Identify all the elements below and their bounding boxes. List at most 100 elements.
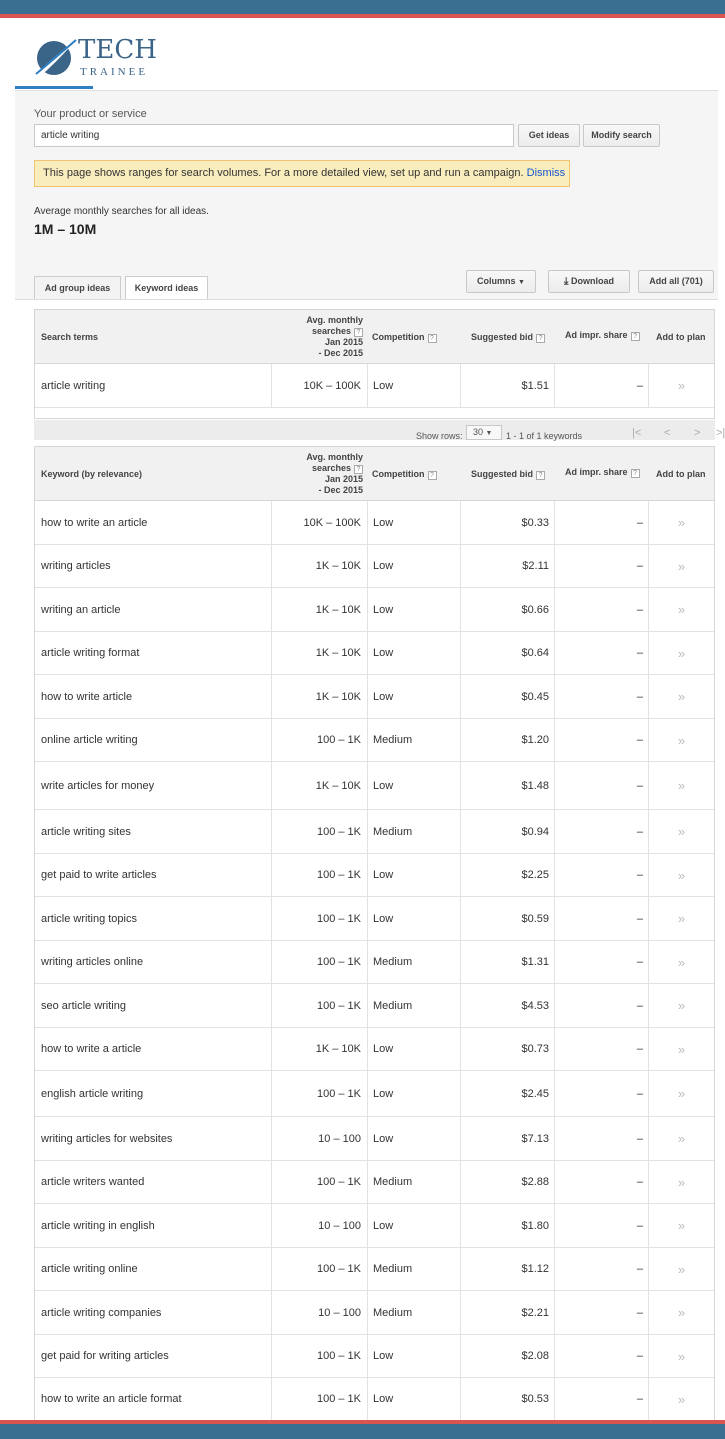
header-suggested-bid[interactable]: Suggested bid? xyxy=(471,469,546,480)
bid-cell: $0.53 xyxy=(460,1378,549,1420)
add-to-plan-icon[interactable]: » xyxy=(648,984,714,1027)
volume-cell: 10 – 100 xyxy=(271,1291,361,1334)
volume-cell: 1K – 10K xyxy=(271,1028,361,1070)
add-to-plan-icon[interactable]: » xyxy=(648,941,714,983)
header-ad-impr-share[interactable]: Ad impr. share? xyxy=(565,330,640,341)
keyword-cell[interactable]: writing articles xyxy=(41,545,111,587)
product-search-input[interactable]: article writing xyxy=(34,124,514,147)
volume-cell: 100 – 1K xyxy=(271,719,361,761)
header-avg-monthly[interactable]: Avg. monthly searches? Jan 2015 - Dec 20… xyxy=(273,452,363,496)
table-row: get paid to write articles 100 – 1K Low $2.… xyxy=(35,854,714,897)
header-suggested-bid[interactable]: Suggested bid? xyxy=(471,332,546,343)
get-ideas-button[interactable]: Get ideas xyxy=(518,124,580,147)
header-avg-line-1: Avg. monthly xyxy=(306,315,363,325)
add-to-plan-icon[interactable]: » xyxy=(648,1161,714,1203)
keyword-ideas-table: Keyword (by relevance) Avg. monthly sear… xyxy=(34,446,715,1421)
add-to-plan-icon[interactable]: » xyxy=(648,632,714,674)
header-competition[interactable]: Competition? xyxy=(372,469,437,480)
add-to-plan-icon[interactable]: » xyxy=(648,1071,714,1116)
keyword-cell[interactable]: article writing topics xyxy=(41,897,137,940)
keyword-cell[interactable]: writing articles for websites xyxy=(41,1117,172,1160)
tab-ad-group-ideas[interactable]: Ad group ideas xyxy=(34,276,121,300)
add-to-plan-icon[interactable]: » xyxy=(648,1335,714,1377)
add-to-plan-icon[interactable]: » xyxy=(648,854,714,896)
add-to-plan-icon[interactable]: » xyxy=(648,588,714,631)
add-to-plan-icon[interactable]: » xyxy=(648,719,714,761)
keyword-cell[interactable]: get paid to write articles xyxy=(41,854,157,896)
header-keyword[interactable]: Keyword (by relevance) xyxy=(41,469,142,479)
download-button[interactable]: ⤓ Download xyxy=(548,270,630,293)
help-icon[interactable]: ? xyxy=(354,328,363,337)
prev-page-icon[interactable]: < xyxy=(664,427,670,439)
header-avg-monthly[interactable]: Avg. monthly searches? Jan 2015 - Dec 20… xyxy=(273,315,363,359)
add-to-plan-icon[interactable]: » xyxy=(648,897,714,940)
competition-cell: Low xyxy=(367,675,461,718)
keyword-cell[interactable]: article writing sites xyxy=(41,810,131,853)
next-page-icon[interactable]: > xyxy=(694,427,700,439)
last-page-icon[interactable]: >| xyxy=(716,427,725,439)
keyword-cell[interactable]: article writing companies xyxy=(41,1291,161,1334)
add-to-plan-icon[interactable]: » xyxy=(648,762,714,809)
help-icon[interactable]: ? xyxy=(427,471,437,480)
add-all-button[interactable]: Add all (701) xyxy=(638,270,714,293)
tab-keyword-ideas[interactable]: Keyword ideas xyxy=(125,276,208,300)
header-share-text: Ad impr. share xyxy=(565,467,628,477)
header-competition-text: Competition xyxy=(372,332,425,342)
help-icon[interactable]: ? xyxy=(630,332,640,341)
impr-share-cell: – xyxy=(554,1204,643,1247)
keyword-cell[interactable]: get paid for writing articles xyxy=(41,1335,169,1377)
help-icon[interactable]: ? xyxy=(536,334,546,343)
add-to-plan-icon[interactable]: » xyxy=(648,675,714,718)
keyword-cell[interactable]: english article writing xyxy=(41,1071,143,1116)
add-to-plan-icon[interactable]: » xyxy=(648,810,714,853)
keyword-cell[interactable]: writing articles online xyxy=(41,941,143,983)
keyword-cell[interactable]: seo article writing xyxy=(41,984,126,1027)
table-header: Keyword (by relevance) Avg. monthly sear… xyxy=(35,447,714,501)
add-to-plan-icon[interactable]: » xyxy=(648,1378,714,1420)
keyword-cell[interactable]: article writers wanted xyxy=(41,1161,144,1203)
keyword-cell[interactable]: how to write an article xyxy=(41,501,147,544)
columns-button[interactable]: Columns ▼ xyxy=(466,270,536,293)
logo-tagline-text: TRAINEE xyxy=(80,66,149,78)
bid-cell: $0.73 xyxy=(460,1028,549,1070)
keyword-cell[interactable]: article writing online xyxy=(41,1248,138,1290)
add-to-plan-icon[interactable]: » xyxy=(648,364,714,407)
bid-cell: $1.12 xyxy=(460,1248,549,1290)
keyword-cell[interactable]: article writing in english xyxy=(41,1204,155,1247)
keyword-cell[interactable]: article writing xyxy=(41,364,105,407)
header-competition[interactable]: Competition? xyxy=(372,332,437,343)
dismiss-link[interactable]: Dismiss xyxy=(527,167,566,179)
notice-text: This page shows ranges for search volume… xyxy=(43,167,524,179)
help-icon[interactable]: ? xyxy=(536,471,546,480)
help-icon[interactable]: ? xyxy=(427,334,437,343)
competition-cell: Medium xyxy=(367,1248,461,1290)
header-search-terms[interactable]: Search terms xyxy=(41,332,98,342)
table-row: article writing topics 100 – 1K Low $0.59–» xyxy=(35,897,714,941)
volume-cell: 10 – 100 xyxy=(271,1204,361,1247)
add-to-plan-icon[interactable]: » xyxy=(648,1028,714,1070)
keyword-cell[interactable]: writing an article xyxy=(41,588,120,631)
modify-search-button[interactable]: Modify search xyxy=(583,124,660,147)
impr-share-cell: – xyxy=(554,1248,643,1290)
add-to-plan-icon[interactable]: » xyxy=(648,545,714,587)
help-icon[interactable]: ? xyxy=(354,465,363,474)
add-to-plan-icon[interactable]: » xyxy=(648,501,714,544)
competition-cell: Medium xyxy=(367,941,461,983)
add-to-plan-icon[interactable]: » xyxy=(648,1248,714,1290)
keyword-cell[interactable]: how to write a article xyxy=(41,1028,141,1070)
keyword-cell[interactable]: how to write an article format xyxy=(41,1378,182,1420)
add-to-plan-icon[interactable]: » xyxy=(648,1204,714,1247)
keyword-cell[interactable]: how to write article xyxy=(41,675,132,718)
first-page-icon[interactable]: |< xyxy=(632,427,641,439)
rows-per-page-select[interactable]: 30 ▼ xyxy=(466,425,502,440)
impr-share-cell: – xyxy=(554,1071,643,1116)
impr-share-cell: – xyxy=(554,1378,643,1420)
keyword-cell[interactable]: write articles for money xyxy=(41,762,154,809)
help-icon[interactable]: ? xyxy=(630,469,640,478)
keyword-cell[interactable]: article writing format xyxy=(41,632,139,674)
volume-cell: 1K – 10K xyxy=(271,632,361,674)
header-ad-impr-share[interactable]: Ad impr. share? xyxy=(565,467,640,478)
keyword-cell[interactable]: online article writing xyxy=(41,719,138,761)
add-to-plan-icon[interactable]: » xyxy=(648,1117,714,1160)
add-to-plan-icon[interactable]: » xyxy=(648,1291,714,1334)
